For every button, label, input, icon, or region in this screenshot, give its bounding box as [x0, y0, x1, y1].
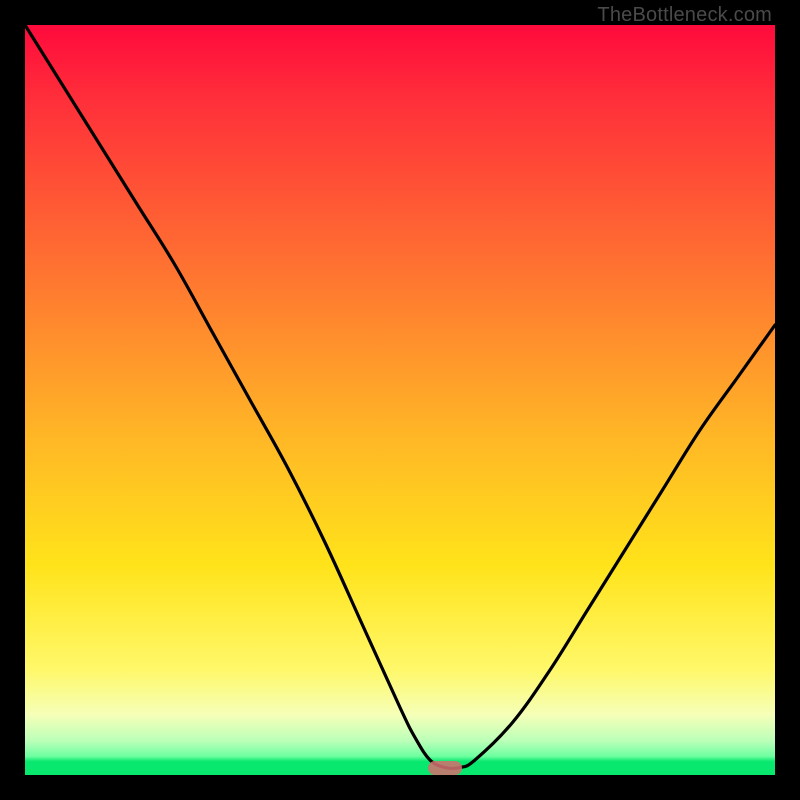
bottleneck-curve [25, 25, 775, 775]
curve-path [25, 25, 775, 769]
plot-area [25, 25, 775, 775]
attribution-text: TheBottleneck.com [597, 4, 772, 27]
chart-frame: TheBottleneck.com [0, 0, 800, 800]
optimal-marker [428, 761, 462, 775]
